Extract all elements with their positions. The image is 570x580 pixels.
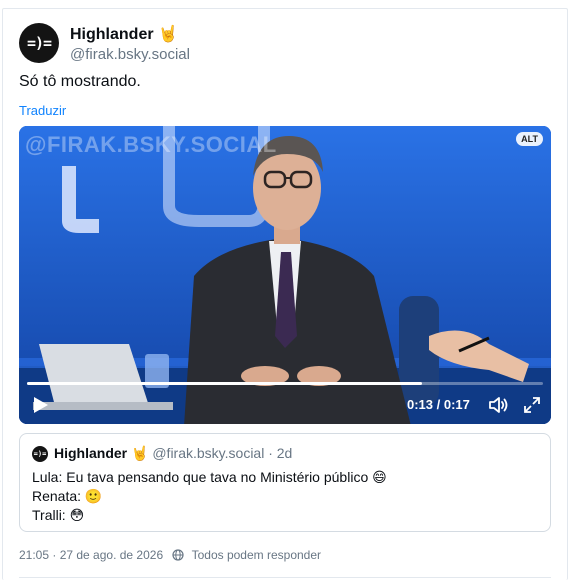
play-icon[interactable] bbox=[29, 394, 51, 416]
post-card: =)= Highlander 🤘 @firak.bsky.social Só t… bbox=[2, 8, 568, 580]
quoted-author-name: Highlander 🤘 bbox=[54, 445, 149, 461]
quoted-post[interactable]: =)= Highlander 🤘 @firak.bsky.social · 2d… bbox=[19, 433, 551, 532]
quoted-author-avatar: =)= bbox=[32, 446, 48, 462]
author-avatar[interactable]: =)= bbox=[19, 23, 59, 63]
post-timestamp[interactable]: 21:05 · 27 de ago. de 2026 bbox=[19, 548, 163, 562]
author-handle[interactable]: @firak.bsky.social bbox=[70, 46, 190, 63]
divider bbox=[19, 577, 551, 578]
quoted-line: Lula: Eu tava pensando que tava no Minis… bbox=[32, 469, 387, 485]
quoted-post-age: · 2d bbox=[268, 445, 293, 461]
video-progress-fill bbox=[27, 382, 422, 385]
video-time-readout: 0:13 / 0:17 bbox=[407, 397, 470, 412]
video-progress-bar[interactable] bbox=[27, 382, 543, 385]
reply-setting[interactable]: Todos podem responder bbox=[192, 548, 321, 562]
volume-icon[interactable] bbox=[487, 394, 509, 416]
post-text: Só tô mostrando. bbox=[19, 73, 141, 90]
quoted-post-header: Highlander 🤘 @firak.bsky.social · 2d bbox=[54, 445, 292, 462]
video-frame bbox=[19, 126, 551, 424]
translate-link[interactable]: Traduzir bbox=[19, 103, 66, 118]
quoted-line: Renata: 🙂 bbox=[32, 488, 103, 504]
video-watermark: @FIRAK.BSKY.SOCIAL bbox=[25, 132, 277, 157]
post-footer: 21:05 · 27 de ago. de 2026 Todos podem r… bbox=[19, 548, 321, 562]
quoted-post-text: Lula: Eu tava pensando que tava no Minis… bbox=[32, 468, 387, 525]
quoted-line: Tralli: 😳 bbox=[32, 507, 85, 523]
alt-badge[interactable]: ALT bbox=[516, 132, 543, 146]
author-display-name[interactable]: Highlander 🤘 bbox=[70, 24, 178, 44]
quoted-author-handle: @firak.bsky.social bbox=[152, 445, 265, 461]
fullscreen-icon[interactable] bbox=[521, 394, 543, 416]
globe-icon bbox=[172, 549, 185, 561]
video-player[interactable]: @FIRAK.BSKY.SOCIAL ALT 0:13 / 0:17 bbox=[19, 126, 551, 424]
